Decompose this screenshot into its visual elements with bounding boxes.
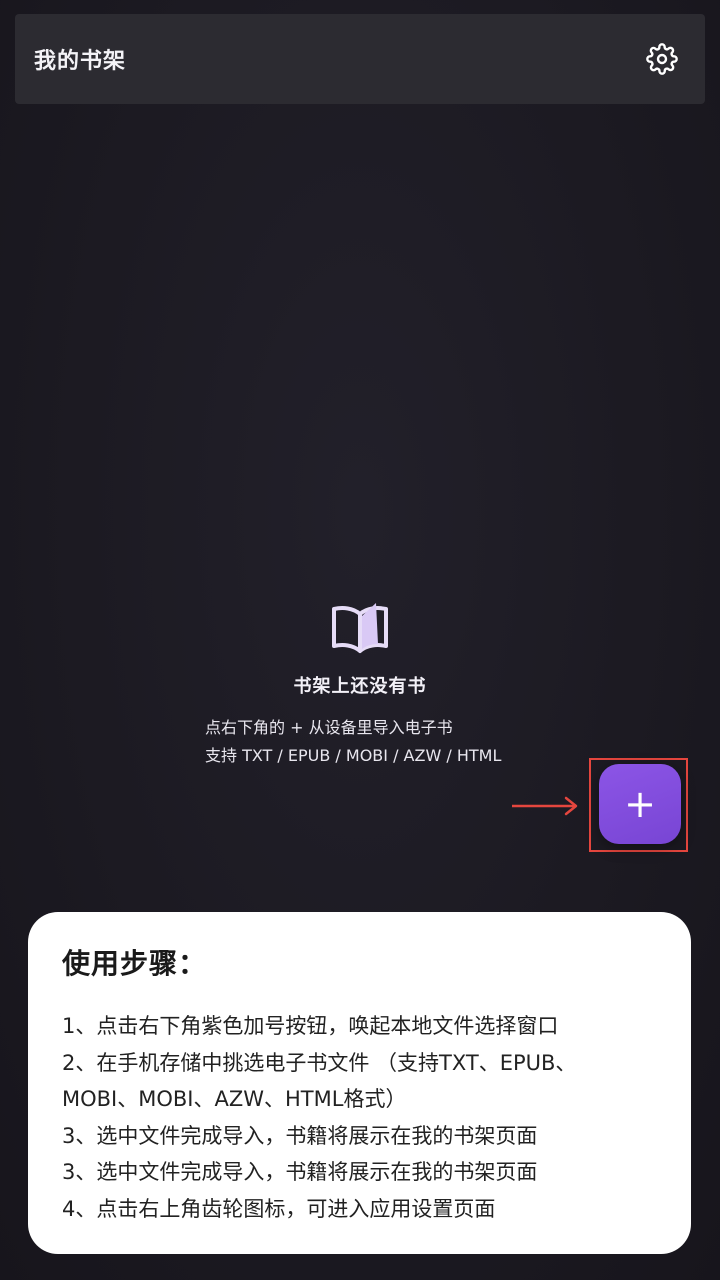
instruction-line: 2、在手机存储中挑选电子书文件 （支持TXT、EPUB、 [62, 1050, 577, 1075]
empty-state-line-formats: 支持 TXT / EPUB / MOBI / AZW / HTML [205, 746, 502, 765]
empty-state-description: 点右下角的 + 从设备里导入电子书 支持 TXT / EPUB / MOBI /… [205, 714, 515, 770]
empty-state-line-import: 点右下角的 + 从设备里导入电子书 [205, 718, 453, 737]
instruction-line: 1、点击右下角紫色加号按钮，唤起本地文件选择窗口 [62, 1014, 559, 1038]
instruction-line: 3、选中文件完成导入，书籍将展示在我的书架页面 [62, 1123, 538, 1148]
page-title: 我的书架 [34, 49, 127, 74]
empty-state: 书架上还没有书 点右下角的 + 从设备里导入电子书 支持 TXT / EPUB … [0, 600, 720, 770]
instructions-card: 使用步骤： 1、点击右下角紫色加号按钮，唤起本地文件选择窗口 2、在手机存储中挑… [28, 912, 691, 1254]
instruction-line: MOBI、MOBI、AZW、HTML格式） [62, 1087, 407, 1111]
open-book-icon [329, 600, 391, 656]
add-book-button[interactable]: + [599, 764, 681, 844]
top-app-bar: 我的书架 [15, 14, 705, 104]
instruction-line: 4、点击右上角齿轮图标，可进入应用设置页面 [62, 1196, 496, 1221]
annotation-arrow [512, 796, 578, 816]
instruction-line: 3、选中文件完成导入，书籍将展示在我的书架页面 [62, 1160, 538, 1184]
instructions-title: 使用步骤： [62, 947, 208, 980]
gear-icon[interactable] [645, 42, 679, 76]
empty-state-title: 书架上还没有书 [293, 676, 427, 697]
